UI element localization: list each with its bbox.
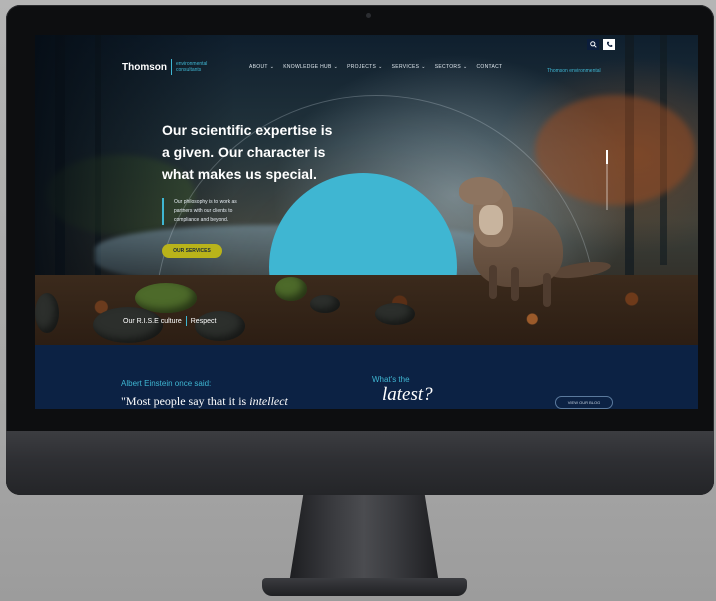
monitor-chin [6, 431, 714, 495]
hero-section: Thomson environmental consultants ABOUT ⌄… [35, 35, 698, 345]
culture-tagline: Our R.I.S.E culture Respect [123, 316, 216, 326]
logo-tagline: environmental consultants [176, 61, 208, 73]
otter-leg [489, 265, 497, 299]
rock [35, 293, 59, 333]
website-screen: Thomson environmental consultants ABOUT ⌄… [35, 35, 698, 409]
content-band: Albert Einstein once said: "Most people … [35, 345, 698, 409]
chevron-down-icon: ⌄ [378, 64, 383, 70]
otter-leg [511, 267, 519, 301]
nav-item-projects[interactable]: PROJECTS ⌄ [347, 64, 383, 70]
header-icons [587, 39, 615, 50]
chevron-down-icon: ⌄ [269, 64, 275, 70]
chevron-down-icon: ⌄ [421, 64, 426, 70]
imac-monitor: Thomson environmental consultants ABOUT ⌄… [6, 5, 714, 495]
slide-indicator[interactable] [606, 150, 608, 210]
monitor-stand-base [262, 578, 467, 596]
culture-divider [185, 316, 187, 326]
rock [375, 303, 415, 325]
our-services-button[interactable]: OUR SERVICES [162, 244, 222, 258]
culture-value: Respect [190, 317, 217, 325]
nav-item-about[interactable]: ABOUT ⌄ [249, 64, 274, 70]
otter-head [459, 177, 503, 205]
nav-item-sectors[interactable]: SECTORS ⌄ [435, 64, 468, 70]
nav-item-contact[interactable]: CONTACT [476, 64, 502, 70]
quote-text: "Most people say that it is intellect [121, 394, 288, 408]
culture-label: Our R.I.S.E culture [123, 317, 182, 325]
otter-image [459, 177, 629, 307]
logo-divider [171, 59, 172, 75]
chevron-down-icon: ⌄ [333, 64, 339, 70]
mossy-rock [275, 277, 307, 301]
quote-intro: Albert Einstein once said: [121, 379, 212, 388]
nav-item-knowledge-hub[interactable]: KNOWLEDGE HUB ⌄ [283, 64, 338, 70]
nav-item-services[interactable]: SERVICES ⌄ [392, 64, 426, 70]
camera-dot [366, 13, 371, 18]
latest-prefix: What's the [372, 375, 410, 384]
search-icon[interactable] [587, 39, 599, 50]
monitor-stand [288, 495, 440, 590]
phone-icon[interactable] [603, 39, 615, 50]
hero-headline: Our scientific expertise is a given. Our… [162, 122, 333, 182]
main-nav: ABOUT ⌄ KNOWLEDGE HUB ⌄ PROJECTS ⌄ SERVICES… [249, 64, 502, 70]
header-link[interactable]: Thomson environmental [547, 68, 601, 74]
otter-leg [543, 273, 551, 307]
logo-name: Thomson [122, 61, 167, 73]
view-blog-button[interactable]: VIEW OUR BLOG [555, 396, 613, 409]
latest-heading: latest? [382, 384, 433, 405]
chevron-down-icon: ⌄ [462, 64, 468, 70]
rock [310, 295, 340, 313]
hero-subtext: Our philosophy is to work as partners wi… [162, 198, 269, 225]
otter-chest [479, 205, 503, 235]
logo[interactable]: Thomson environmental consultants [122, 59, 216, 75]
